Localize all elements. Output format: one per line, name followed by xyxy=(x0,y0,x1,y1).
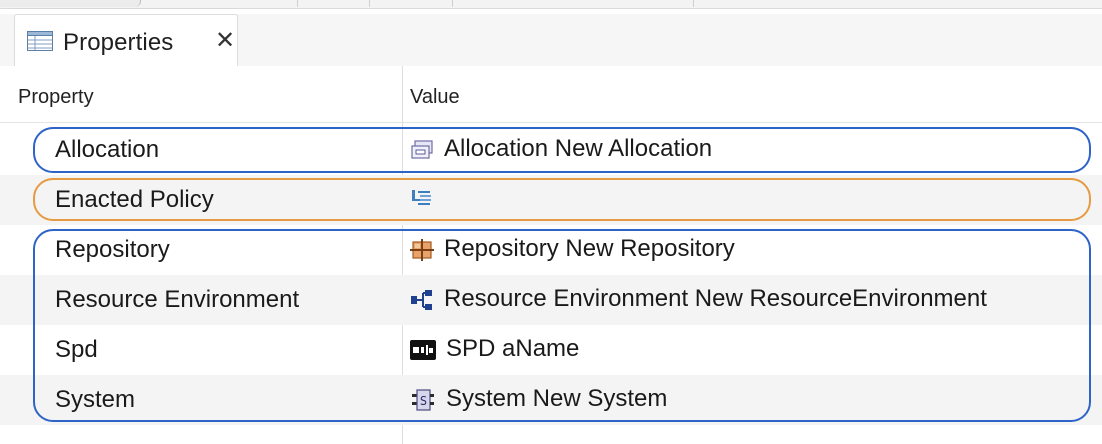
editor-tab-remnant[interactable] xyxy=(453,0,694,7)
property-value-text: Allocation New Allocation xyxy=(444,135,713,162)
property-name: Enacted Policy xyxy=(55,186,214,213)
table-header: Property Value xyxy=(0,66,1102,123)
properties-view: Properties ✕ Property Value Allocation A… xyxy=(0,0,1102,444)
property-name: System xyxy=(55,386,136,413)
editor-tab-remnant[interactable] xyxy=(298,0,370,7)
table-row-resource-environment[interactable]: Resource Environment Resource Environmen… xyxy=(0,275,1102,325)
table-row-allocation[interactable]: Allocation Allocation New Allocation xyxy=(0,125,1102,175)
editor-tab-remnant[interactable] xyxy=(240,0,298,7)
view-tab-bar: Properties ✕ xyxy=(0,14,1102,67)
enacted-policy-icon xyxy=(412,190,431,205)
property-value[interactable] xyxy=(410,186,444,209)
editor-tab-remnant[interactable] xyxy=(0,0,141,7)
column-header-value[interactable]: Value xyxy=(410,86,460,109)
allocation-icon xyxy=(411,139,433,159)
system-icon: S xyxy=(412,388,434,411)
svg-text:S: S xyxy=(420,394,427,408)
table-row-repository[interactable]: Repository Repository New Repository xyxy=(0,225,1102,275)
property-value[interactable]: S System New System xyxy=(410,386,667,412)
column-header-property[interactable]: Property xyxy=(18,86,94,109)
property-value[interactable]: Resource Environment New ResourceEnviron… xyxy=(410,286,987,312)
resource-environment-icon xyxy=(411,289,432,310)
property-name: Resource Environment xyxy=(55,286,300,313)
spd-icon xyxy=(410,339,436,360)
property-value[interactable]: Allocation New Allocation xyxy=(410,136,712,162)
repository-icon xyxy=(410,238,434,261)
table-row-enacted-policy[interactable]: Enacted Policy xyxy=(0,175,1102,225)
table-empty-row xyxy=(0,425,1102,444)
tab-properties[interactable]: Properties ✕ xyxy=(14,14,238,66)
property-value-text: Repository New Repository xyxy=(444,235,735,262)
property-name: Repository xyxy=(55,236,170,263)
table-row-system[interactable]: System S System New System xyxy=(0,375,1102,425)
tab-title: Properties xyxy=(63,29,174,56)
editor-tab-strip xyxy=(0,0,1102,9)
property-value-text: Resource Environment New ResourceEnviron… xyxy=(444,285,987,312)
properties-table-icon xyxy=(27,31,53,51)
property-name: Spd xyxy=(55,336,98,363)
property-value-text: SPD aName xyxy=(446,335,580,362)
table-row-spd[interactable]: Spd SPD aName xyxy=(0,325,1102,375)
editor-tab-remnant[interactable] xyxy=(370,0,453,7)
property-name: Allocation xyxy=(55,136,160,163)
property-value[interactable]: Repository New Repository xyxy=(410,236,735,262)
property-value[interactable]: SPD aName xyxy=(410,336,579,362)
close-icon[interactable]: ✕ xyxy=(215,29,235,53)
property-value-text: System New System xyxy=(446,385,668,412)
